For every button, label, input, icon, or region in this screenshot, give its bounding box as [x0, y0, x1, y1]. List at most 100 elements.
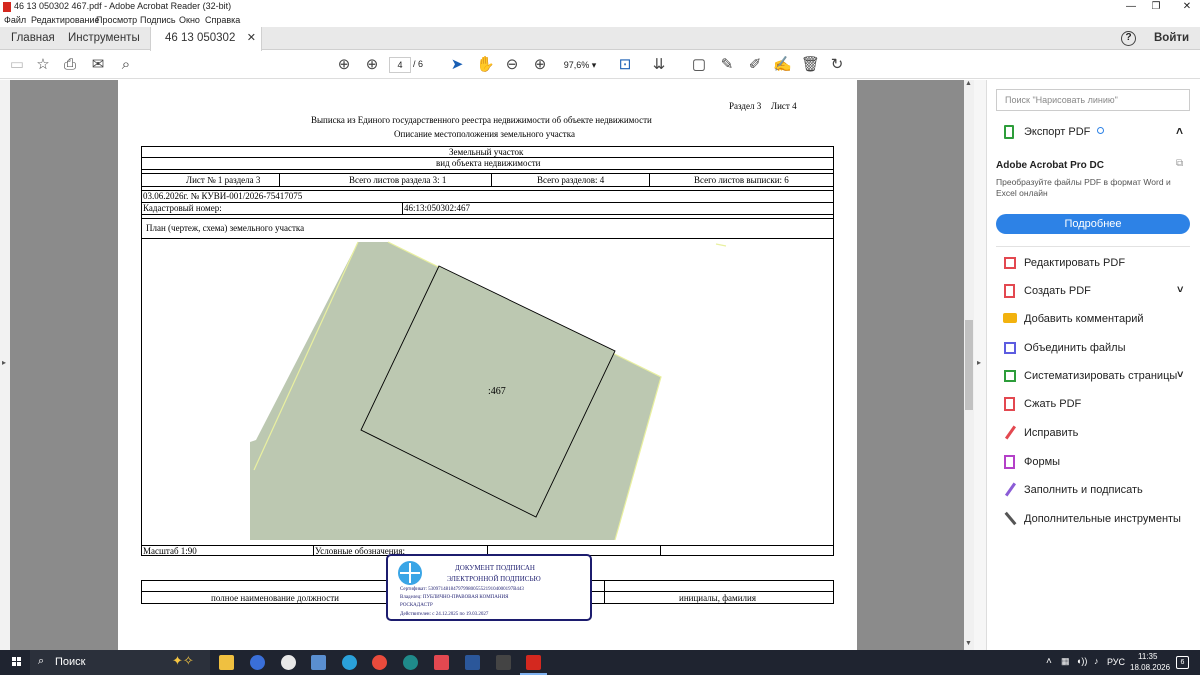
clock-time[interactable]: 11:35	[1138, 652, 1157, 661]
search-icon[interactable]: ⌕	[117, 56, 135, 74]
menu-sign[interactable]: Подпись	[140, 15, 176, 25]
divider	[996, 246, 1190, 247]
taskbar-search-label: Поиск	[55, 656, 86, 668]
calculator-icon[interactable]	[311, 655, 326, 670]
organize-pages-icon	[1002, 368, 1018, 384]
app-icon-3[interactable]	[281, 655, 296, 670]
right-pane-toggle-strip[interactable]: ▸	[974, 80, 987, 650]
delete-icon[interactable]: 🗑	[801, 56, 820, 74]
page-fit-icon[interactable]: ⊡	[616, 56, 634, 74]
menu-edit[interactable]: Редактирование	[31, 15, 100, 25]
print-icon[interactable]: ⎙	[61, 56, 79, 74]
language-indicator[interactable]: РУС	[1107, 657, 1125, 667]
scroll-up-icon[interactable]: ▲	[965, 80, 972, 87]
menu-window[interactable]: Окно	[179, 15, 200, 25]
signin-button[interactable]: Войти	[1154, 27, 1189, 50]
close-button[interactable]: ✕	[1164, 0, 1200, 14]
taskbar-search-box[interactable]: ⌕ Поиск ✦✧	[30, 650, 210, 675]
left-pane-collapsed[interactable]: ▸	[0, 80, 10, 650]
tools-pane: Поиск "Нарисовать линию" Экспорт PDF ˄ A…	[988, 80, 1200, 650]
menu-bar: Файл Редактирование Просмотр Подпись Окн…	[0, 14, 1200, 27]
acrobat-taskbar-icon[interactable]	[526, 655, 541, 670]
clock-date[interactable]: 18.08.2026	[1130, 663, 1170, 672]
yandex-browser-icon[interactable]	[250, 655, 265, 670]
telegram-icon[interactable]	[342, 655, 357, 670]
acrobat-app-icon	[3, 2, 11, 12]
tool-label: Исправить	[1024, 427, 1079, 439]
email-icon[interactable]: ✉	[89, 56, 107, 74]
expand-left-pane-icon[interactable]: ▸	[2, 358, 6, 367]
tool-label: Заполнить и подписать	[1024, 484, 1143, 496]
menu-view[interactable]: Просмотр	[96, 15, 137, 25]
network-icon[interactable]: ▦	[1061, 656, 1070, 667]
scroll-thumb[interactable]	[965, 320, 973, 410]
pdf-page: Раздел 3 Лист 4 Выписка из Единого госуд…	[118, 80, 857, 650]
stamp-certificate: Сертификат: 5309714818479799800555219104…	[400, 587, 524, 592]
tool-label: Систематизировать страницы	[1024, 370, 1178, 382]
menu-file[interactable]: Файл	[4, 15, 26, 25]
comment-bubble-icon	[1002, 311, 1018, 327]
initials-label: инициалы, фамилия	[679, 593, 756, 603]
windows-start-icon[interactable]	[12, 657, 22, 667]
next-page-icon[interactable]: ⊕	[363, 56, 381, 74]
compress-pdf-icon	[1002, 396, 1018, 412]
forms-icon	[1002, 454, 1018, 470]
tools-search-placeholder: Поиск "Нарисовать линию"	[1005, 95, 1118, 105]
stamp-line1: ДОКУМЕНТ ПОДПИСАН	[455, 564, 535, 572]
scroll-mode-icon[interactable]: ⇊	[650, 56, 668, 74]
file-explorer-icon[interactable]	[219, 655, 234, 670]
notification-center-icon[interactable]: 6	[1176, 656, 1189, 669]
info-dot-icon	[1097, 127, 1104, 134]
page-number-input[interactable]: 4	[389, 57, 411, 73]
zoom-level-select[interactable]: 97,6% ▾	[557, 57, 603, 73]
app-icon-8[interactable]	[434, 655, 449, 670]
export-pdf-icon	[1002, 124, 1018, 140]
tab-home[interactable]: Главная	[11, 27, 55, 50]
chrome-icon[interactable]	[372, 655, 387, 670]
zoom-in-icon[interactable]: ⊕	[531, 56, 549, 74]
app-icon-7[interactable]	[403, 655, 418, 670]
zoom-level-value: 97,6%	[563, 60, 590, 70]
collapse-right-pane-icon[interactable]: ▸	[977, 358, 981, 367]
search-highlight-icon: ✦✧	[172, 653, 194, 668]
document-viewport[interactable]: Раздел 3 Лист 4 Выписка из Единого госуд…	[10, 80, 964, 650]
more-details-button[interactable]: Подробнее	[996, 214, 1190, 234]
highlight-pen-icon[interactable]: ✎	[718, 56, 736, 74]
tool-label: Объединить файлы	[1024, 342, 1126, 354]
create-pdf-chevron-down-icon[interactable]: ˅	[1177, 284, 1183, 296]
taskbar-search-icon: ⌕	[38, 655, 45, 667]
comment-icon[interactable]: ▢	[690, 56, 708, 74]
scroll-down-icon[interactable]: ▼	[965, 640, 972, 647]
zoom-out-icon[interactable]: ⊖	[503, 56, 521, 74]
menu-help[interactable]: Справка	[205, 15, 240, 25]
tab-tools[interactable]: Инструменты	[68, 27, 140, 50]
pin-icon[interactable]: ⧉	[1176, 158, 1183, 169]
previous-page-icon[interactable]: ⊕	[335, 56, 353, 74]
export-pdf-label: Экспорт PDF	[1024, 126, 1091, 138]
e-signature-stamp: ДОКУМЕНТ ПОДПИСАН ЭЛЕКТРОННОЙ ПОДПИСЬЮ С…	[386, 554, 592, 621]
parcel-label: :467	[488, 386, 506, 397]
select-cursor-icon[interactable]: ➤	[448, 56, 466, 74]
close-tab-icon[interactable]: ✕	[247, 27, 256, 49]
draw-icon[interactable]: ✐	[746, 56, 764, 74]
word-icon[interactable]	[465, 655, 480, 670]
save-icon[interactable]: ▭	[8, 56, 26, 74]
vertical-scrollbar[interactable]: ▲ ▼	[964, 80, 974, 650]
volume-icon[interactable]: ◖))	[1076, 656, 1087, 666]
microphone-icon[interactable]: ♪	[1094, 656, 1099, 666]
rotate-icon[interactable]: ↻	[828, 56, 846, 74]
help-icon[interactable]: ?	[1121, 31, 1136, 46]
organize-chevron-down-icon[interactable]: ˅	[1177, 369, 1183, 381]
taskbar: ⌕ Поиск ✦✧ ˄ ▦ ◖)) ♪ РУС 11:35 18.08.202…	[0, 650, 1200, 675]
notification-count: 6	[1180, 659, 1185, 666]
archiver-icon[interactable]	[496, 655, 511, 670]
edge-fragment-line	[715, 243, 727, 247]
tray-chevron-icon[interactable]: ˄	[1046, 656, 1052, 667]
hand-tool-icon[interactable]: ✋	[476, 56, 495, 74]
tab-document[interactable]: 46 13 050302 467.... ✕	[150, 27, 262, 66]
bookmark-star-icon[interactable]: ☆	[34, 56, 52, 74]
combine-files-icon	[1002, 340, 1018, 356]
fill-sign-icon[interactable]: ✍	[773, 56, 792, 74]
chevron-up-icon[interactable]: ˄	[1176, 124, 1183, 138]
tools-search-field[interactable]: Поиск "Нарисовать линию"	[996, 89, 1190, 111]
